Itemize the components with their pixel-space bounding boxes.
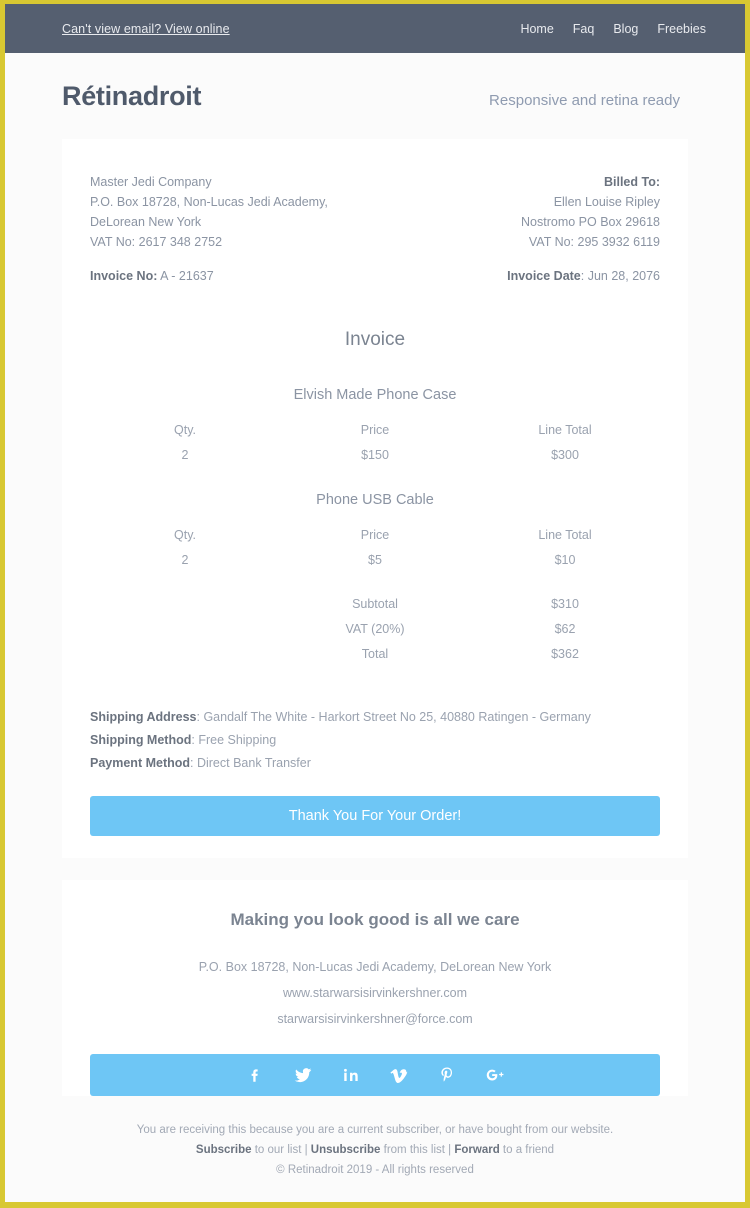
item-table: Qty. Price Line Total 2 $150 $300 bbox=[90, 423, 660, 462]
invoice-date-row: Invoice Date: Jun 28, 2076 bbox=[507, 266, 660, 286]
item-price: $150 bbox=[361, 448, 389, 462]
billed-to-vat: VAT No: 295 3932 6119 bbox=[528, 235, 660, 249]
nav-link-blog[interactable]: Blog bbox=[613, 22, 638, 36]
footer-address: P.O. Box 18728, Non-Lucas Jedi Academy, … bbox=[198, 960, 552, 974]
nav-link-faq[interactable]: Faq bbox=[573, 22, 595, 36]
copyright: © Retinadroit 2019 - All rights reserved bbox=[276, 1164, 474, 1176]
totals-spacer bbox=[90, 597, 280, 611]
billed-to-heading-text: Billed To: bbox=[603, 175, 660, 189]
brand-tagline: Responsive and retina ready bbox=[489, 92, 680, 109]
billed-to-heading: Billed To: bbox=[507, 172, 660, 192]
item-qty: 2 bbox=[181, 553, 189, 567]
totals-spacer bbox=[90, 647, 280, 661]
totals-table: Subtotal $310 VAT (20%) $62 Total $362 bbox=[90, 597, 660, 661]
shipping-address-row: Shipping Address: Gandalf The White - Ha… bbox=[90, 706, 660, 729]
sender-block: Master Jedi Company P.O. Box 18728, Non-… bbox=[90, 172, 328, 286]
total-value: $362 bbox=[551, 647, 579, 661]
subtotal-label: Subtotal bbox=[352, 597, 398, 611]
nav-link-home[interactable]: Home bbox=[520, 22, 553, 36]
social-bar bbox=[90, 1054, 660, 1096]
invoice-number-row: Invoice No: A - 21637 bbox=[90, 266, 328, 286]
invoice-date-label: Invoice Date bbox=[507, 269, 581, 283]
footer-headline: Making you look good is all we care bbox=[230, 910, 520, 929]
vat-label: VAT (20%) bbox=[345, 622, 405, 636]
shipping-method-row: Shipping Method: Free Shipping bbox=[90, 729, 660, 752]
item-table: Qty. Price Line Total 2 $5 $10 bbox=[90, 528, 660, 567]
sender-company: Master Jedi Company bbox=[90, 175, 212, 189]
payment-method-label: Payment Method bbox=[90, 756, 191, 770]
nav-link-freebies[interactable]: Freebies bbox=[657, 22, 706, 36]
shipping-address-label: Shipping Address bbox=[90, 710, 197, 724]
brand-header: Rétinadroit Responsive and retina ready bbox=[5, 53, 745, 139]
twitter-icon[interactable] bbox=[290, 1062, 316, 1088]
column-header-qty: Qty. bbox=[174, 528, 196, 542]
invoice-item: Elvish Made Phone Case Qty. Price Line T… bbox=[90, 387, 660, 462]
sender-vat: VAT No: 2617 348 2752 bbox=[90, 235, 223, 249]
column-header-line-total: Line Total bbox=[538, 528, 592, 542]
subtotal-value: $310 bbox=[551, 597, 579, 611]
item-line-total: $10 bbox=[554, 553, 576, 567]
forward-tail: to a friend bbox=[499, 1144, 555, 1156]
item-line-total: $300 bbox=[551, 448, 579, 462]
sender-address-line1: P.O. Box 18728, Non-Lucas Jedi Academy, bbox=[90, 195, 328, 209]
email-page: Can't view email? View online Home Faq B… bbox=[5, 4, 745, 1202]
subscribe-link[interactable]: Subscribe bbox=[196, 1144, 252, 1156]
billed-to-address: Nostromo PO Box 29618 bbox=[521, 215, 660, 229]
invoice-number-value: A - 21637 bbox=[160, 269, 214, 283]
shipping-method-label: Shipping Method bbox=[90, 733, 192, 747]
facebook-icon[interactable] bbox=[242, 1062, 268, 1088]
totals-spacer bbox=[90, 622, 280, 636]
invoice-date-value: : Jun 28, 2076 bbox=[580, 269, 660, 283]
footer-website[interactable]: www.starwarsisirvinkershner.com bbox=[90, 980, 660, 1006]
payment-method-row: Payment Method: Direct Bank Transfer bbox=[90, 752, 660, 775]
legal-footer: You are receiving this because you are a… bbox=[62, 1120, 688, 1180]
invoice-item: Phone USB Cable Qty. Price Line Total 2 … bbox=[90, 492, 660, 567]
vimeo-icon[interactable] bbox=[386, 1062, 412, 1088]
item-name: Phone USB Cable bbox=[316, 492, 434, 508]
invoice-number-label: Invoice No: bbox=[90, 269, 158, 283]
shipping-address-value: : Gandalf The White - Harkort Street No … bbox=[196, 710, 591, 724]
footer-email[interactable]: starwarsisirvinkershner@force.com bbox=[90, 1006, 660, 1032]
forward-link[interactable]: Forward bbox=[454, 1144, 499, 1156]
billed-to-name: Ellen Louise Ripley bbox=[553, 195, 660, 209]
item-qty: 2 bbox=[181, 448, 189, 462]
column-header-line-total: Line Total bbox=[538, 423, 592, 437]
invoice-title: Invoice bbox=[344, 329, 406, 350]
linkedin-icon[interactable] bbox=[338, 1062, 364, 1088]
legal-line-1: You are receiving this because you are a… bbox=[136, 1124, 614, 1136]
view-online-link[interactable]: Can't view email? View online bbox=[62, 22, 230, 36]
payment-method-value: : Direct Bank Transfer bbox=[190, 756, 311, 770]
invoice-card: Master Jedi Company P.O. Box 18728, Non-… bbox=[62, 139, 688, 858]
footer-card: Making you look good is all we care P.O.… bbox=[62, 880, 688, 1096]
pinterest-icon[interactable] bbox=[434, 1062, 460, 1088]
total-label: Total bbox=[361, 647, 389, 661]
shipping-method-value: : Free Shipping bbox=[191, 733, 277, 747]
column-header-price: Price bbox=[360, 528, 390, 542]
brand-logo[interactable]: Rétinadroit bbox=[62, 81, 202, 112]
billed-to-block: Billed To: Ellen Louise Ripley Nostromo … bbox=[507, 172, 660, 286]
column-header-price: Price bbox=[360, 423, 390, 437]
unsubscribe-link[interactable]: Unsubscribe bbox=[311, 1144, 381, 1156]
legal-links-row: Subscribe to our list | Unsubscribe from… bbox=[62, 1140, 688, 1160]
vat-value: $62 bbox=[554, 622, 576, 636]
unsubscribe-tail: from this list | bbox=[380, 1144, 455, 1156]
item-name: Elvish Made Phone Case bbox=[293, 387, 457, 403]
thank-you-button[interactable]: Thank You For Your Order! bbox=[90, 796, 660, 836]
nav-links: Home Faq Blog Freebies bbox=[520, 22, 706, 36]
google-plus-icon[interactable] bbox=[482, 1062, 508, 1088]
address-row: Master Jedi Company P.O. Box 18728, Non-… bbox=[90, 172, 660, 286]
sender-address-line2: DeLorean New York bbox=[90, 215, 202, 229]
top-navbar: Can't view email? View online Home Faq B… bbox=[5, 4, 745, 53]
column-header-qty: Qty. bbox=[174, 423, 196, 437]
order-meta: Shipping Address: Gandalf The White - Ha… bbox=[90, 706, 660, 775]
subscribe-tail: to our list | bbox=[251, 1144, 311, 1156]
item-price: $5 bbox=[368, 553, 382, 567]
